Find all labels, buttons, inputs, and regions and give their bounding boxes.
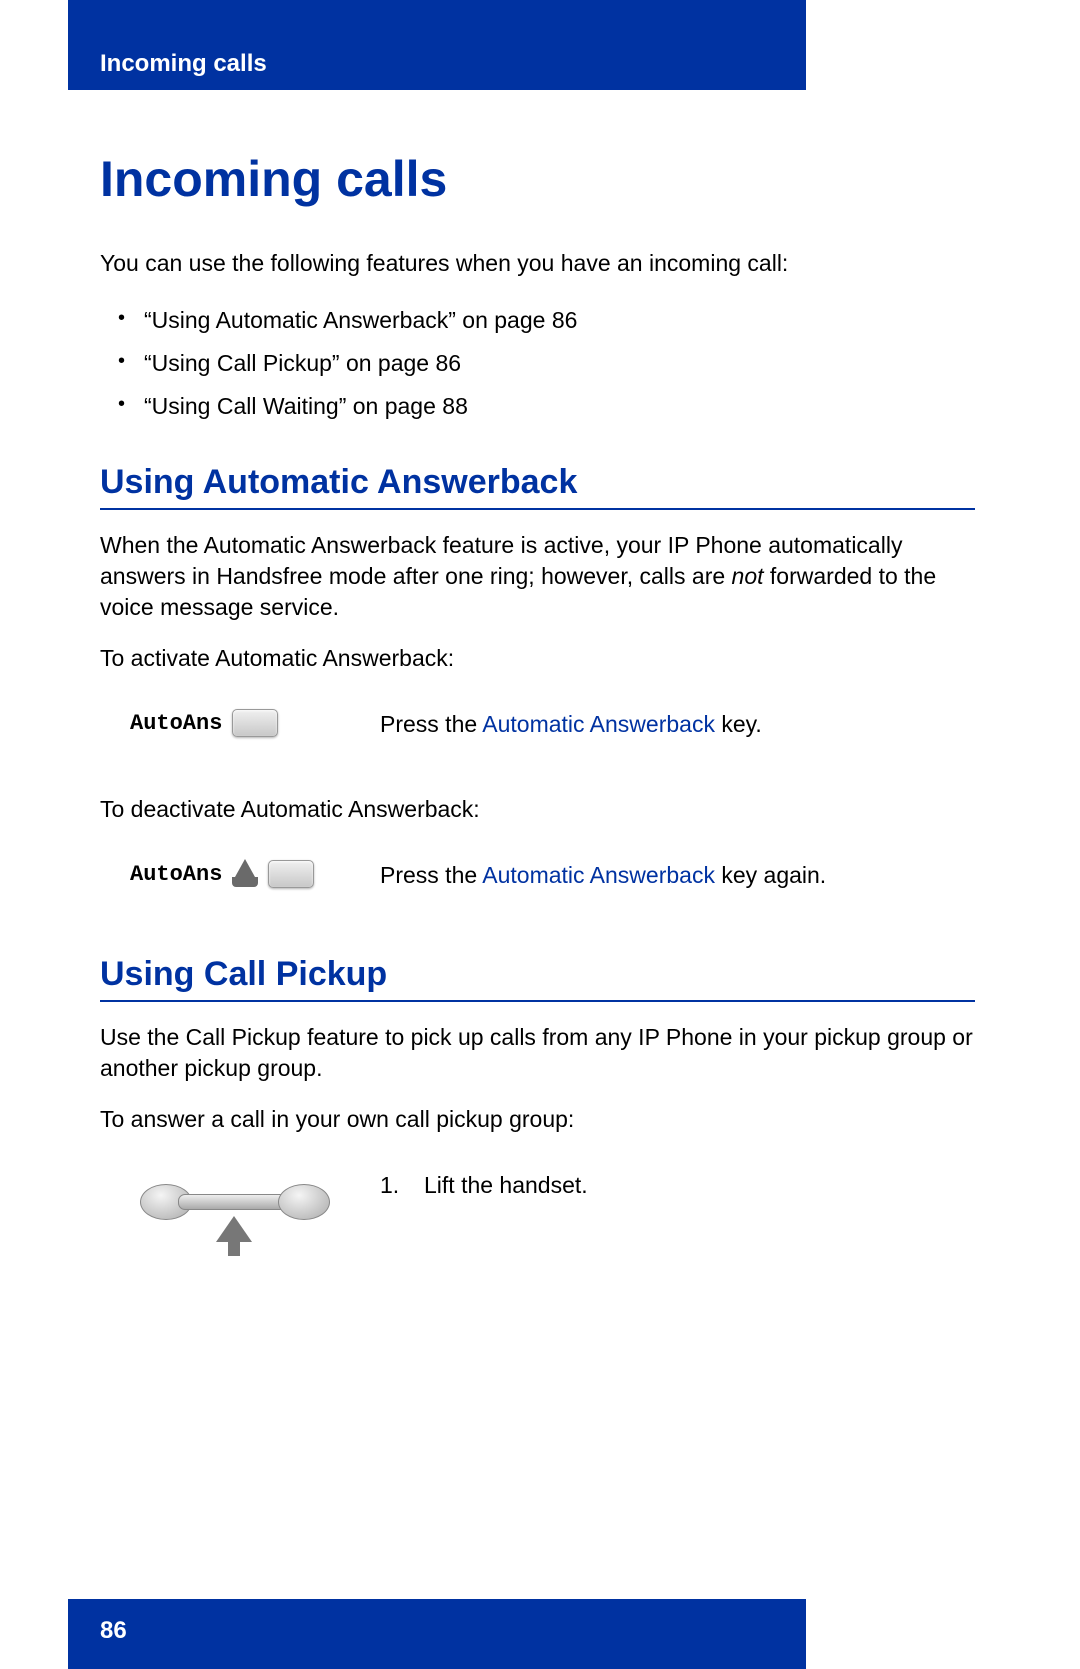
footer-bar: 86 [68, 1599, 806, 1669]
step-text: Press the Automatic Answerback key. [360, 709, 975, 740]
intro-paragraph: You can use the following features when … [100, 248, 975, 279]
callpickup-description: Use the Call Pickup feature to pick up c… [100, 1022, 975, 1084]
callpickup-intro: To answer a call in your own call pickup… [100, 1104, 975, 1135]
manual-page: Incoming calls Incoming calls You can us… [0, 0, 1080, 1669]
step-text: Press the Automatic Answerback key again… [360, 860, 975, 891]
section-heading-answerback: Using Automatic Answerback [100, 463, 975, 510]
step-text: 1. Lift the handset. [360, 1170, 975, 1201]
softkey-icon [268, 860, 314, 888]
step-lift-handset: 1. Lift the handset. [100, 1170, 975, 1260]
deactivate-intro: To deactivate Automatic Answerback: [100, 794, 975, 825]
busy-indicator-icon [232, 861, 258, 887]
step-activate: AutoAns Press the Automatic Answerback k… [100, 709, 975, 769]
softkey-label: AutoAns [130, 862, 222, 887]
page-number: 86 [100, 1617, 127, 1644]
step-deactivate: AutoAns Press the Automatic Answerback k… [100, 860, 975, 920]
running-title: Incoming calls [100, 50, 267, 77]
feature-name-link: Automatic Answerback [482, 711, 715, 737]
list-item: “Using Call Waiting” on page 88 [100, 385, 975, 428]
handset-icon [140, 1178, 330, 1220]
softkey-icon [232, 709, 278, 737]
handset-illustration [100, 1170, 360, 1260]
feature-list: “Using Automatic Answerback” on page 86 … [100, 299, 975, 428]
step-instruction: Lift the handset. [424, 1170, 588, 1201]
step-number: 1. [380, 1170, 424, 1201]
header-bar: Incoming calls [68, 0, 806, 90]
answerback-description: When the Automatic Answerback feature is… [100, 530, 975, 623]
up-arrow-icon [216, 1216, 252, 1242]
softkey-label: AutoAns [130, 711, 222, 736]
page-title: Incoming calls [100, 150, 975, 208]
list-item: “Using Automatic Answerback” on page 86 [100, 299, 975, 342]
feature-name-link: Automatic Answerback [482, 862, 715, 888]
page-content: Incoming calls You can use the following… [100, 120, 975, 1285]
emphasis-not: not [732, 563, 764, 589]
list-item: “Using Call Pickup” on page 86 [100, 342, 975, 385]
section-heading-callpickup: Using Call Pickup [100, 955, 975, 1002]
key-illustration: AutoAns [100, 709, 360, 737]
key-illustration: AutoAns [100, 860, 360, 888]
activate-intro: To activate Automatic Answerback: [100, 643, 975, 674]
